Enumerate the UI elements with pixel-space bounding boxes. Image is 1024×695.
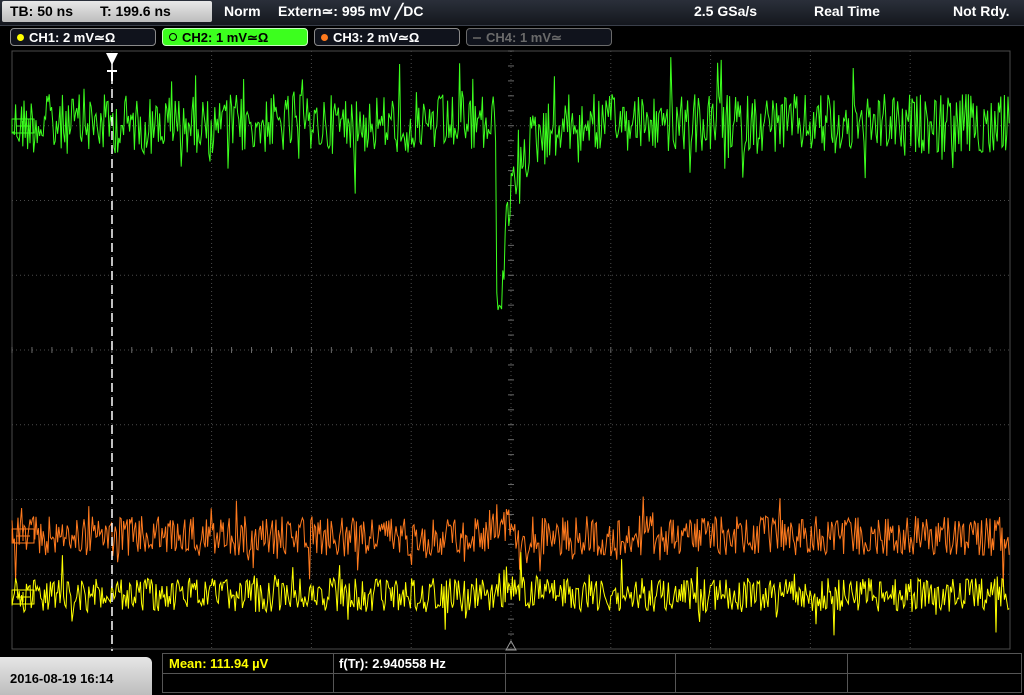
acquisition-mode[interactable]: Real Time [814, 3, 880, 19]
channel-4-tab[interactable]: CH4: 1 mV≃ [466, 28, 612, 46]
date-time: 2016-08-19 16:14 [10, 671, 114, 686]
timebase-readout: TB: 50 ns [10, 3, 74, 19]
acquisition-status: Not Rdy. [953, 3, 1010, 19]
channel-3-label: CH3: 2 mV≃Ω [333, 30, 420, 45]
trigger-time-readout: T: 199.6 ns [100, 3, 171, 19]
measurement-divider [333, 654, 334, 692]
channel-1-label: CH1: 2 mV≃Ω [29, 30, 116, 45]
measurement-divider [163, 673, 1021, 674]
measurement-bar: 2016-08-19 16:14 Mean: 111.94 µV f(Tr): … [0, 651, 1024, 695]
measurement-table[interactable]: Mean: 111.94 µV f(Tr): 2.940558 Hz [162, 653, 1022, 693]
measurement-divider [675, 654, 676, 692]
timebase-panel[interactable]: TB: 50 ns T: 199.6 ns [2, 1, 212, 22]
sample-rate[interactable]: 2.5 GSa/s [694, 3, 757, 19]
ch3-ground-marker-icon[interactable] [11, 528, 35, 544]
trigger-mode[interactable]: Norm [224, 3, 261, 19]
trigger-frequency: f(Tr): 2.940558 Hz [339, 656, 446, 671]
measurement-divider [505, 654, 506, 692]
ch2-color-dot [169, 33, 177, 41]
ch4-off-indicator [473, 37, 481, 39]
ch3-waveform [11, 496, 1010, 587]
trigger-source[interactable]: Extern≃: 995 mV ╱DC [278, 3, 423, 20]
measurement-divider [847, 654, 848, 692]
status-bar: TB: 50 ns T: 199.6 ns Norm Extern≃: 995 … [0, 0, 1024, 26]
graticule [11, 50, 1011, 650]
channel-2-tab[interactable]: CH2: 1 mV≃Ω [162, 28, 308, 46]
ch3-color-dot [321, 34, 328, 41]
mean-measurement: Mean: 111.94 µV [169, 656, 269, 671]
channel-2-label: CH2: 1 mV≃Ω [182, 30, 269, 45]
channel-1-tab[interactable]: CH1: 2 mV≃Ω [10, 28, 156, 46]
waveform-display[interactable] [0, 49, 1024, 651]
date-time-panel: 2016-08-19 16:14 [0, 657, 152, 695]
channel-3-tab[interactable]: CH3: 2 mV≃Ω [314, 28, 460, 46]
ch1-waveform [11, 552, 1010, 636]
ch1-color-dot [17, 34, 24, 41]
channel-4-label: CH4: 1 mV≃ [486, 30, 562, 45]
